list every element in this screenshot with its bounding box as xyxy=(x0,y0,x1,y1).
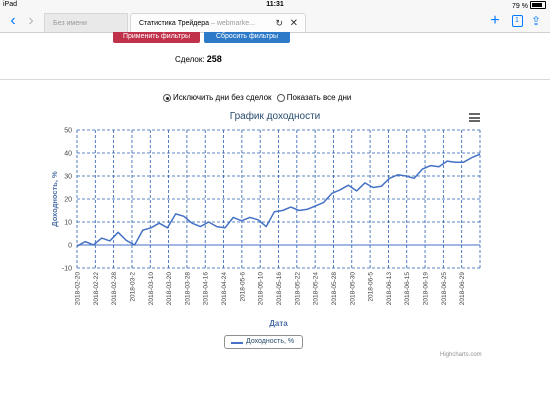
chart-legend[interactable]: Доходность, % xyxy=(224,335,303,349)
legend-label: Доходность, % xyxy=(246,338,295,345)
x-tick-label: 2018-05-24 xyxy=(313,272,320,306)
x-tick-label: 2018-05-30 xyxy=(349,272,356,306)
x-tick-label: 2018-05-28 xyxy=(331,272,338,306)
credits-link[interactable]: Highcharts.com xyxy=(440,352,482,358)
x-tick-label: 2018-06-5 xyxy=(368,272,375,302)
y-tick-label: 0 xyxy=(68,243,72,250)
x-tick-label: 2018-05-10 xyxy=(258,272,265,306)
y-tick-label: 50 xyxy=(64,128,72,135)
y-tick-label: 20 xyxy=(64,197,72,204)
y-tick-label: 40 xyxy=(64,151,72,158)
x-axis-title: Дата xyxy=(269,319,288,328)
x-tick-label: 2018-03-28 xyxy=(184,272,191,306)
x-tick-label: 2018-03-10 xyxy=(148,272,155,306)
y-axis-title: Доходность, % xyxy=(50,171,59,227)
x-tick-label: 2018-06-13 xyxy=(386,272,393,306)
x-tick-label: 2018-03-20 xyxy=(166,272,173,306)
x-tick-label: 2018-02-28 xyxy=(111,272,118,306)
y-tick-label: -10 xyxy=(62,266,72,273)
y-tick-label: 10 xyxy=(64,220,72,227)
x-tick-label: 2018-04-16 xyxy=(203,272,210,306)
x-tick-label: 2018-06-15 xyxy=(404,272,411,306)
x-tick-label: 2018-06-29 xyxy=(459,272,466,306)
y-tick-label: 30 xyxy=(64,174,72,181)
x-tick-label: 2018-02-20 xyxy=(75,272,82,306)
x-tick-label: 2018-03-2 xyxy=(129,272,136,302)
x-tick-label: 2018-06-19 xyxy=(423,272,430,306)
x-tick-label: 2018-04-24 xyxy=(221,272,228,306)
x-tick-label: 2018-02-22 xyxy=(93,272,100,306)
x-tick-label: 2018-05-6 xyxy=(239,272,246,302)
x-tick-label: 2018-05-22 xyxy=(294,272,301,306)
x-tick-label: 2018-06-25 xyxy=(441,272,448,306)
legend-line-icon xyxy=(231,342,243,344)
x-tick-label: 2018-05-16 xyxy=(276,272,283,306)
